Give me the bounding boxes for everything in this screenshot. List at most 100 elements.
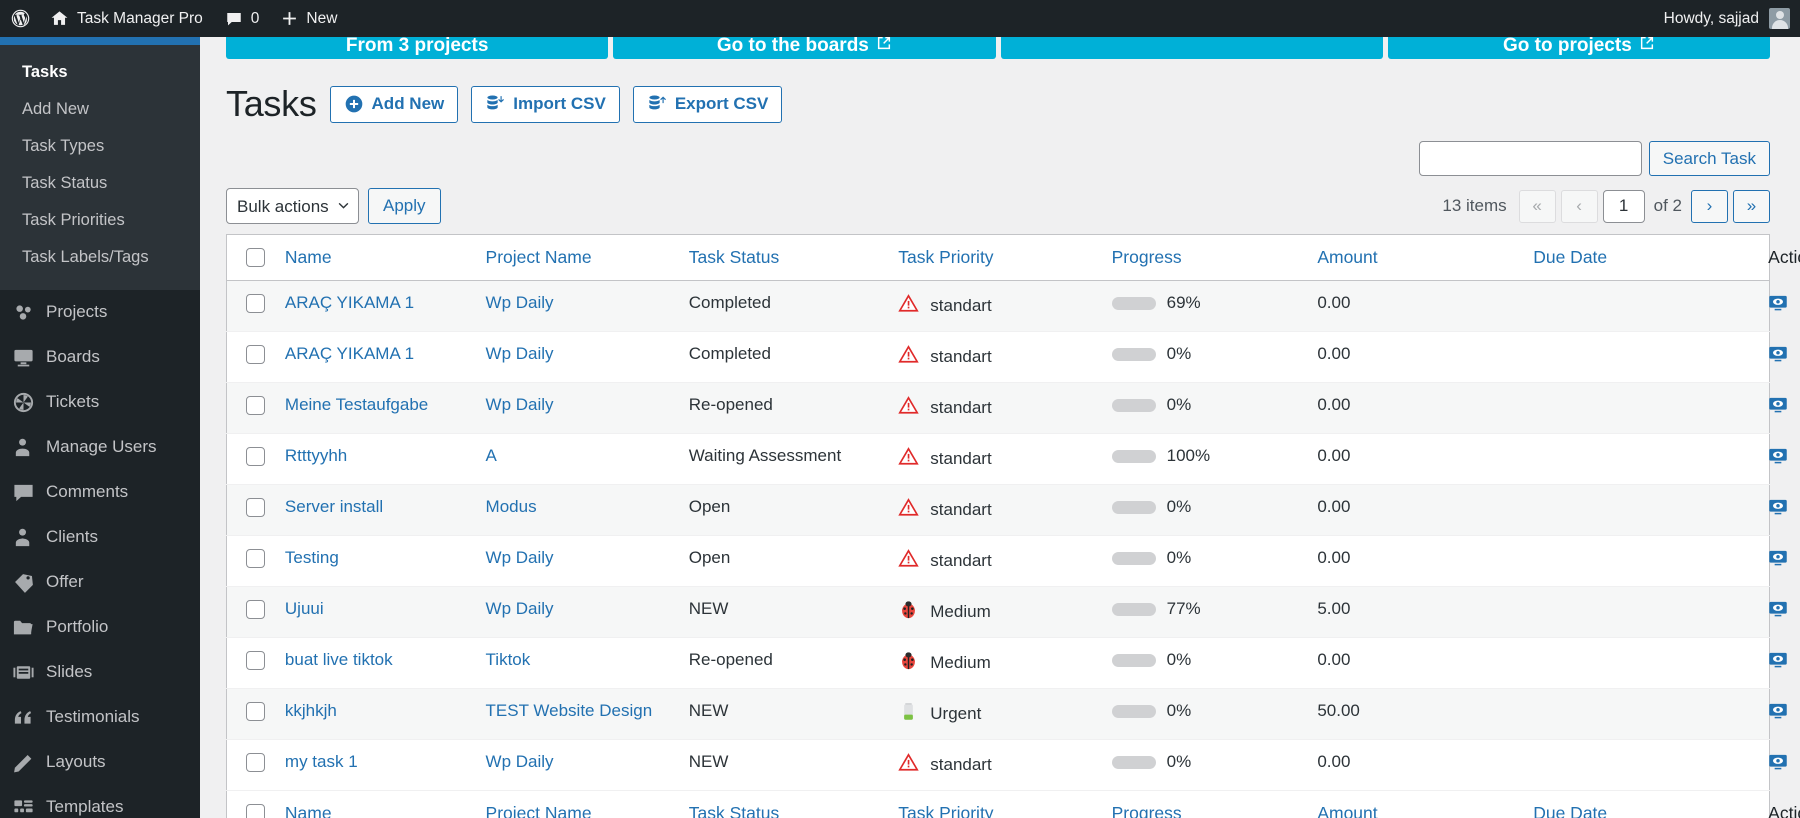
bulk-actions-select[interactable]: Bulk actions bbox=[226, 188, 359, 224]
sidebar-submenu-item-task-priorities[interactable]: Task Priorities bbox=[0, 202, 200, 239]
preview-icon[interactable] bbox=[1768, 650, 1788, 670]
search-input[interactable] bbox=[1419, 141, 1642, 176]
preview-icon[interactable] bbox=[1768, 446, 1788, 466]
footer-column-task-status[interactable]: Task Status bbox=[689, 791, 899, 818]
prev-page-button[interactable]: ‹ bbox=[1561, 190, 1598, 223]
task-name-link[interactable]: my task 1 bbox=[285, 752, 358, 771]
footer-column-due-date[interactable]: Due Date bbox=[1533, 791, 1768, 818]
import-csv-button[interactable]: Import CSV bbox=[471, 86, 620, 123]
banner-button-4[interactable]: Go to projects bbox=[1388, 37, 1770, 59]
footer-column-progress[interactable]: Progress bbox=[1112, 791, 1318, 818]
preview-icon[interactable] bbox=[1768, 752, 1788, 772]
task-name-link[interactable]: Server install bbox=[285, 497, 383, 516]
row-checkbox-cell[interactable] bbox=[227, 332, 285, 383]
project-name-link[interactable]: Wp Daily bbox=[486, 752, 554, 771]
checkbox[interactable] bbox=[246, 396, 265, 415]
sidebar-item-portfolio[interactable]: Portfolio bbox=[0, 605, 200, 650]
banner-button-2[interactable]: Go to the boards bbox=[613, 37, 995, 59]
checkbox[interactable] bbox=[246, 651, 265, 670]
sidebar-item-testimonials[interactable]: Testimonials bbox=[0, 695, 200, 740]
sidebar-item-slides[interactable]: Slides bbox=[0, 650, 200, 695]
checkbox[interactable] bbox=[246, 753, 265, 772]
next-page-button[interactable]: › bbox=[1691, 190, 1728, 223]
project-name-link[interactable]: Wp Daily bbox=[486, 344, 554, 363]
task-name-link[interactable]: kkjhkjh bbox=[285, 701, 337, 720]
row-checkbox-cell[interactable] bbox=[227, 536, 285, 587]
task-name-link[interactable]: ARAÇ YIKAMA 1 bbox=[285, 293, 414, 312]
footer-column-name[interactable]: Name bbox=[285, 791, 486, 818]
sidebar-item-clients[interactable]: Clients bbox=[0, 515, 200, 560]
comments-bubble[interactable]: 0 bbox=[214, 0, 271, 37]
header-column-project-name[interactable]: Project Name bbox=[486, 235, 689, 281]
wordpress-logo-icon[interactable] bbox=[0, 0, 39, 37]
checkbox[interactable] bbox=[246, 600, 265, 619]
checkbox[interactable] bbox=[246, 549, 265, 568]
header-column-amount[interactable]: Amount bbox=[1317, 235, 1533, 281]
row-checkbox-cell[interactable] bbox=[227, 587, 285, 638]
checkbox[interactable] bbox=[246, 248, 265, 267]
row-checkbox-cell[interactable] bbox=[227, 740, 285, 791]
add-new-button[interactable]: Add New bbox=[330, 86, 459, 123]
project-name-link[interactable]: Modus bbox=[486, 497, 537, 516]
preview-icon[interactable] bbox=[1768, 395, 1788, 415]
preview-icon[interactable] bbox=[1768, 548, 1788, 568]
task-name-link[interactable]: Testing bbox=[285, 548, 339, 567]
current-page-input[interactable]: 1 bbox=[1603, 190, 1645, 223]
checkbox[interactable] bbox=[246, 294, 265, 313]
task-name-link[interactable]: ARAÇ YIKAMA 1 bbox=[285, 344, 414, 363]
sidebar-item-tickets[interactable]: Tickets bbox=[0, 380, 200, 425]
preview-icon[interactable] bbox=[1768, 344, 1788, 364]
task-name-link[interactable]: Rtttyyhh bbox=[285, 446, 347, 465]
project-name-link[interactable]: TEST Website Design bbox=[486, 701, 653, 720]
row-checkbox-cell[interactable] bbox=[227, 689, 285, 740]
task-name-link[interactable]: Meine Testaufgabe bbox=[285, 395, 428, 414]
row-checkbox-cell[interactable] bbox=[227, 434, 285, 485]
header-column-progress[interactable]: Progress bbox=[1112, 235, 1318, 281]
project-name-link[interactable]: Wp Daily bbox=[486, 548, 554, 567]
preview-icon[interactable] bbox=[1768, 293, 1788, 313]
preview-icon[interactable] bbox=[1768, 701, 1788, 721]
sidebar-item-comments[interactable]: Comments bbox=[0, 470, 200, 515]
footer-column-project-name[interactable]: Project Name bbox=[486, 791, 689, 818]
row-checkbox-cell[interactable] bbox=[227, 281, 285, 332]
header-select-all-checkbox[interactable] bbox=[227, 235, 285, 281]
project-name-link[interactable]: A bbox=[486, 446, 497, 465]
header-column-task-priority[interactable]: Task Priority bbox=[898, 235, 1111, 281]
my-account-menu[interactable]: Howdy, sajjad bbox=[1653, 0, 1800, 37]
new-content-menu[interactable]: New bbox=[270, 0, 348, 37]
checkbox[interactable] bbox=[246, 498, 265, 517]
project-name-link[interactable]: Wp Daily bbox=[486, 293, 554, 312]
preview-icon[interactable] bbox=[1768, 497, 1788, 517]
project-name-link[interactable]: Wp Daily bbox=[486, 395, 554, 414]
site-name-menu[interactable]: Task Manager Pro bbox=[39, 0, 214, 37]
checkbox[interactable] bbox=[246, 804, 265, 818]
banner-button-3[interactable] bbox=[1001, 37, 1383, 59]
checkbox[interactable] bbox=[246, 702, 265, 721]
sidebar-submenu-item-tasks[interactable]: Tasks bbox=[0, 54, 200, 91]
checkbox[interactable] bbox=[246, 447, 265, 466]
checkbox[interactable] bbox=[246, 345, 265, 364]
sidebar-item-projects[interactable]: Projects bbox=[0, 290, 200, 335]
footer-column-amount[interactable]: Amount bbox=[1317, 791, 1533, 818]
first-page-button[interactable]: « bbox=[1519, 190, 1556, 223]
sidebar-item-manage-users[interactable]: Manage Users bbox=[0, 425, 200, 470]
header-column-task-status[interactable]: Task Status bbox=[689, 235, 899, 281]
sidebar-submenu-item-add-new[interactable]: Add New bbox=[0, 91, 200, 128]
banner-button-1[interactable]: From 3 projects bbox=[226, 37, 608, 59]
sidebar-item-templates[interactable]: Templates bbox=[0, 785, 200, 818]
task-name-link[interactable]: Ujuui bbox=[285, 599, 324, 618]
row-checkbox-cell[interactable] bbox=[227, 383, 285, 434]
sidebar-submenu-item-task-types[interactable]: Task Types bbox=[0, 128, 200, 165]
sidebar-item-layouts[interactable]: Layouts bbox=[0, 740, 200, 785]
project-name-link[interactable]: Wp Daily bbox=[486, 599, 554, 618]
preview-icon[interactable] bbox=[1768, 599, 1788, 619]
last-page-button[interactable]: » bbox=[1733, 190, 1770, 223]
search-task-button[interactable]: Search Task bbox=[1649, 141, 1770, 176]
sidebar-item-offer[interactable]: Offer bbox=[0, 560, 200, 605]
sidebar-submenu-item-task-status[interactable]: Task Status bbox=[0, 165, 200, 202]
header-column-name[interactable]: Name bbox=[285, 235, 486, 281]
sidebar-submenu-item-task-labels-tags[interactable]: Task Labels/Tags bbox=[0, 239, 200, 276]
export-csv-button[interactable]: Export CSV bbox=[633, 86, 783, 123]
footer-column-task-priority[interactable]: Task Priority bbox=[898, 791, 1111, 818]
task-name-link[interactable]: buat live tiktok bbox=[285, 650, 393, 669]
